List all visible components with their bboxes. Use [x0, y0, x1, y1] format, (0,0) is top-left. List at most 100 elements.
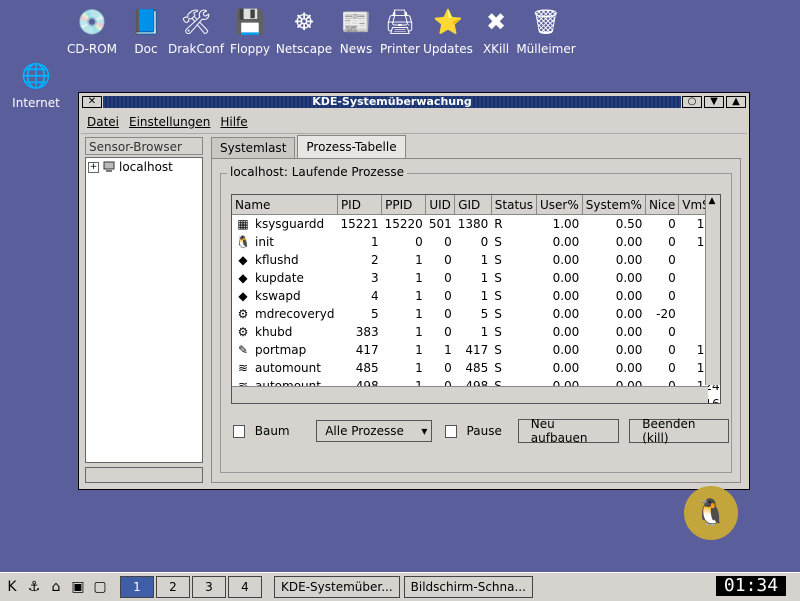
cdrom-glyph-icon: 💿 — [77, 8, 107, 36]
column-header-pid[interactable]: PID — [337, 195, 383, 215]
table-horizontal-scrollbar[interactable] — [232, 386, 708, 403]
sensor-browser: Sensor-Browser + localhost — [85, 137, 203, 483]
process-groupbox: localhost: Laufende Prozesse Name PID PPID… — [220, 165, 732, 473]
clock[interactable]: 01:34 — [716, 576, 786, 596]
kill-button[interactable]: Beenden (kill) — [629, 417, 729, 445]
cell-pid: 15221 — [340, 217, 379, 231]
table-row[interactable]: ✎portmap41711417S0.000.0001156 — [232, 341, 720, 359]
cell-ppid: 1 — [415, 361, 423, 375]
menu-hilfe[interactable]: Hilfe — [220, 115, 247, 129]
task-button[interactable]: KDE-Systemüber... — [274, 576, 400, 598]
portmap-icon: ✎ — [237, 343, 249, 358]
cell-status: R — [494, 217, 503, 231]
process-name-cell: ⚙ khubd — [232, 323, 337, 341]
scroll-up-icon[interactable]: ▲ — [706, 195, 718, 207]
column-header-nice[interactable]: Nice — [645, 195, 680, 215]
cell-system: 0.00 — [615, 325, 643, 339]
gear-icon: ⚙ — [237, 325, 249, 340]
cell-nice: 0 — [668, 325, 676, 339]
column-header-userpct[interactable]: User% — [536, 195, 583, 215]
cell-nice: -20 — [656, 307, 676, 321]
cell-pid: 5 — [370, 307, 379, 321]
desktop-1-button[interactable]: 1 — [120, 576, 154, 598]
sticky-icon[interactable]: ○ — [682, 96, 702, 108]
window-title: KDE-Systemüberwachung — [103, 96, 681, 108]
table-row[interactable]: ◆kflushd2101S0.000.0000 — [232, 251, 720, 269]
cell-nice: 0 — [668, 235, 676, 249]
tab-systemlast[interactable]: Systemlast — [211, 137, 296, 158]
menu-datei[interactable]: Datei — [87, 115, 119, 129]
table-row[interactable]: 🐧init1000S0.000.0001064 — [232, 233, 720, 251]
column-header-systempct[interactable]: System% — [582, 195, 646, 215]
column-header-ppid[interactable]: PPID — [381, 195, 427, 215]
task-button[interactable]: Bildschirm-Schna... — [403, 576, 533, 598]
cell-gid: 1380 — [457, 217, 489, 231]
cell-gid: 1 — [480, 253, 489, 267]
cell-pid: 485 — [355, 361, 379, 375]
desktop-2-button[interactable]: 2 — [156, 576, 190, 598]
column-header-gid[interactable]: GID — [454, 195, 492, 215]
pause-checkbox[interactable] — [444, 424, 457, 438]
floppy-glyph-icon: 💾 — [235, 8, 265, 36]
desktop-4-button[interactable]: 4 — [228, 576, 262, 598]
process-filter-select[interactable]: Alle Prozesse ▾ — [316, 420, 433, 442]
cell-status: S — [494, 271, 502, 285]
cell-status: S — [494, 325, 502, 339]
cell-gid: 5 — [480, 307, 489, 321]
tab-prozess-tabelle[interactable]: Prozess-Tabelle — [297, 135, 406, 158]
cell-nice: 0 — [668, 343, 676, 357]
screen-icon[interactable]: ▢ — [90, 577, 110, 597]
baum-checkbox[interactable] — [233, 424, 245, 438]
shell-icon[interactable]: ⚓ — [24, 577, 44, 597]
cell-ppid: 15220 — [384, 217, 423, 231]
column-header-name[interactable]: Name — [232, 195, 338, 215]
table-row[interactable]: ⚙mdrecoveryd5105S0.000.00-200 — [232, 305, 720, 323]
kernel-cube-icon: ◆ — [238, 289, 248, 304]
menu-einstellungen[interactable]: Einstellungen — [129, 115, 210, 129]
process-name: kupdate — [255, 270, 304, 285]
tree-item-localhost[interactable]: + localhost — [86, 158, 202, 176]
table-row[interactable]: ◆kupdate3101S0.000.0000 — [232, 269, 720, 287]
cell-uid: 0 — [444, 289, 452, 303]
sensor-tree[interactable]: + localhost — [85, 157, 203, 463]
maximize-icon[interactable]: ▲ — [726, 96, 746, 108]
close-icon[interactable]: ✕ — [82, 96, 102, 108]
column-header-uid[interactable]: UID — [425, 195, 456, 215]
sensor-horizontal-scrollbar[interactable] — [85, 467, 203, 483]
cell-ppid: 0 — [415, 235, 423, 249]
column-header-status[interactable]: Status — [491, 195, 538, 215]
trash-icon[interactable]: 🗑 Mülleimer — [510, 6, 582, 56]
cell-user: 0.00 — [552, 235, 580, 249]
minimize-icon[interactable]: ▼ — [704, 96, 724, 108]
cell-user: 0.00 — [552, 325, 580, 339]
process-name: khubd — [255, 324, 293, 339]
kde-mascot-icon[interactable]: 🐧 — [684, 486, 738, 540]
gear-icon: ⚙ — [237, 307, 249, 322]
table-row[interactable]: ▦ksysguardd15221152205011380R1.000.50011… — [232, 215, 720, 234]
home-icon[interactable]: ⌂ — [46, 577, 66, 597]
process-name: kswapd — [255, 288, 301, 303]
terminal-icon[interactable]: ▣ — [68, 577, 88, 597]
controls-bar: Baum Alle Prozesse ▾ Pause Neu aufbauen … — [233, 417, 729, 445]
xkill-glyph-icon: ✖ — [485, 8, 507, 36]
cell-user: 0.00 — [552, 307, 580, 321]
drakconf-glyph-icon: 🛠 — [180, 8, 212, 36]
table-row[interactable]: ◆kswapd4101S0.000.0000 — [232, 287, 720, 305]
sensor-browser-header[interactable]: Sensor-Browser — [85, 137, 203, 155]
process-name-cell: ✎ portmap — [232, 341, 337, 359]
k-menu-icon[interactable]: K — [2, 577, 22, 597]
expand-icon[interactable]: + — [88, 161, 99, 173]
refresh-button[interactable]: Neu aufbauen — [517, 417, 619, 445]
process-name: mdrecoveryd — [255, 306, 335, 321]
process-name-cell: ◆ kflushd — [232, 251, 337, 269]
process-table[interactable]: Name PID PPID UID GID Status User% System% Nice V… — [231, 194, 721, 404]
internet-icon[interactable]: 🌐 Internet — [0, 60, 72, 110]
table-row[interactable]: ≋automount48510485S0.000.0001160 — [232, 359, 720, 377]
cell-system: 0.00 — [615, 361, 643, 375]
cell-system: 0.00 — [615, 271, 643, 285]
window-titlebar[interactable]: ✕ KDE-Systemüberwachung ○ ▼ ▲ — [81, 95, 747, 109]
desktop-3-button[interactable]: 3 — [192, 576, 226, 598]
table-row[interactable]: ⚙khubd383101S0.000.0000 — [232, 323, 720, 341]
cell-status: S — [494, 307, 502, 321]
table-vertical-scrollbar[interactable]: ▲ — [705, 195, 720, 385]
